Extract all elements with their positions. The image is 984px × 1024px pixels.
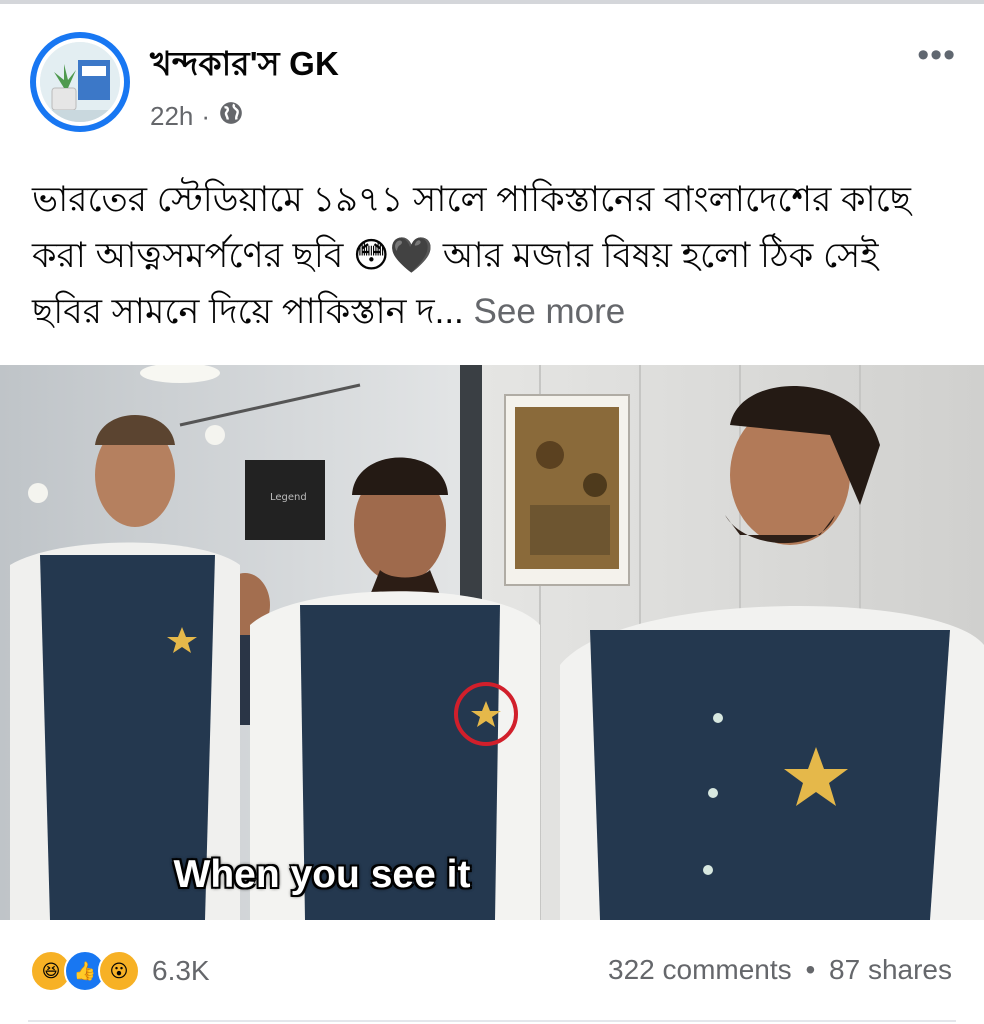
more-options-icon[interactable]: ••• (917, 36, 956, 75)
post-photo-illustration: Legend (0, 365, 984, 920)
globe-icon[interactable] (218, 100, 244, 133)
author-name[interactable]: খন্দকার'স GK (150, 38, 339, 94)
shares-count[interactable]: 87 shares (829, 954, 952, 985)
see-more-link[interactable]: See more (474, 292, 626, 331)
post-caption: ভারতের স্টেডিয়ামে ১৯৭১ সালে পাকিস্তানের… (32, 172, 952, 340)
caption-text: ভারতের স্টেডিয়ামে ১৯৭১ সালে পাকিস্তানের… (32, 180, 911, 331)
post-image[interactable]: Legend (0, 365, 984, 920)
reaction-summary[interactable]: 😆 👍 😮 6.3K (30, 950, 210, 992)
page-avatar[interactable] (30, 32, 130, 132)
avatar-image (36, 38, 124, 126)
top-divider (0, 0, 984, 4)
engagement-stats: 322 comments • 87 shares (608, 954, 952, 986)
wow-icon: 😮 (98, 950, 140, 992)
post-meta: 22h · (150, 100, 244, 133)
image-overlay-caption: When you see it (173, 853, 471, 896)
reaction-count[interactable]: 6.3K (152, 955, 210, 987)
post-time[interactable]: 22h (150, 101, 193, 132)
avatar-picture-icon (40, 42, 120, 122)
svg-text:Legend: Legend (270, 492, 307, 503)
comments-count[interactable]: 322 comments (608, 954, 792, 985)
bottom-divider (28, 1020, 956, 1022)
meta-separator: · (201, 101, 211, 131)
reaction-icons: 😆 👍 😮 (30, 950, 140, 992)
stats-separator: • (805, 954, 816, 985)
